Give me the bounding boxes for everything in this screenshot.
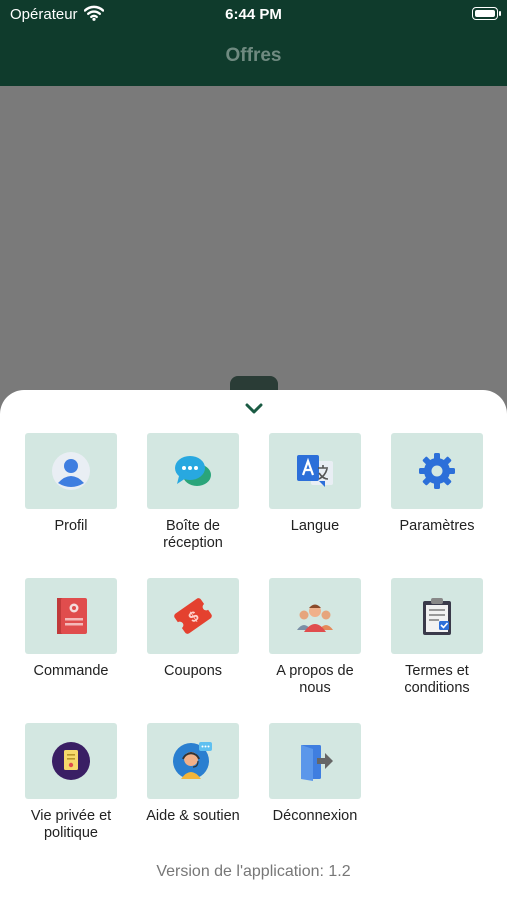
inbox-chat-icon [175, 456, 211, 486]
menu-item-tile [269, 433, 361, 509]
terms-clipboard-icon [423, 598, 451, 635]
menu-item-tile [391, 578, 483, 654]
menu-sheet: Profil Boîte de réception Langue Paramèt… [0, 390, 507, 900]
menu-item-label: A propos de nous [276, 663, 354, 696]
menu-item-label: Langue [290, 518, 340, 534]
menu-item-tile [25, 433, 117, 509]
page-title: Offres [225, 45, 282, 66]
app-header: Opérateur 6:44 PM Offres [0, 0, 507, 86]
menu-item-label: Profil [54, 518, 88, 534]
privacy-policy-icon [52, 742, 90, 780]
menu-item-label: Vie privée et politique [30, 808, 112, 841]
menu-item-tile [25, 723, 117, 799]
menu-item-label: Boîte de réception [163, 518, 223, 551]
gear-icon [419, 453, 455, 489]
app-version: Version de l'application: 1.2 [156, 863, 351, 880]
menu-item-label: Termes et conditions [404, 663, 470, 696]
chevron-down-icon[interactable] [241, 398, 267, 420]
logout-door-icon [301, 745, 333, 781]
coupon-icon: $ [174, 598, 212, 634]
team-icon [297, 604, 333, 632]
order-book-icon [57, 598, 87, 634]
menu-item-tile [25, 578, 117, 654]
support-agent-icon [173, 742, 212, 779]
menu-item-label: Aide & soutien [146, 808, 240, 824]
profile-icon [52, 452, 90, 490]
menu-item-label: Coupons [163, 663, 223, 679]
status-time: 6:44 PM [225, 6, 282, 23]
menu-item-label: Paramètres [399, 518, 475, 534]
menu-item-tile [391, 433, 483, 509]
battery-icon [472, 7, 501, 20]
menu-item-label: Déconnexion [272, 808, 358, 824]
menu-item-label: Commande [33, 663, 109, 679]
translate-icon [297, 455, 333, 487]
menu-item-tile [269, 578, 361, 654]
menu-item-tile: $ [147, 578, 239, 654]
status-bar: Opérateur 6:44 PM [0, 0, 507, 28]
menu-item-tile [147, 723, 239, 799]
menu-item-tile [147, 433, 239, 509]
menu-item-tile [269, 723, 361, 799]
